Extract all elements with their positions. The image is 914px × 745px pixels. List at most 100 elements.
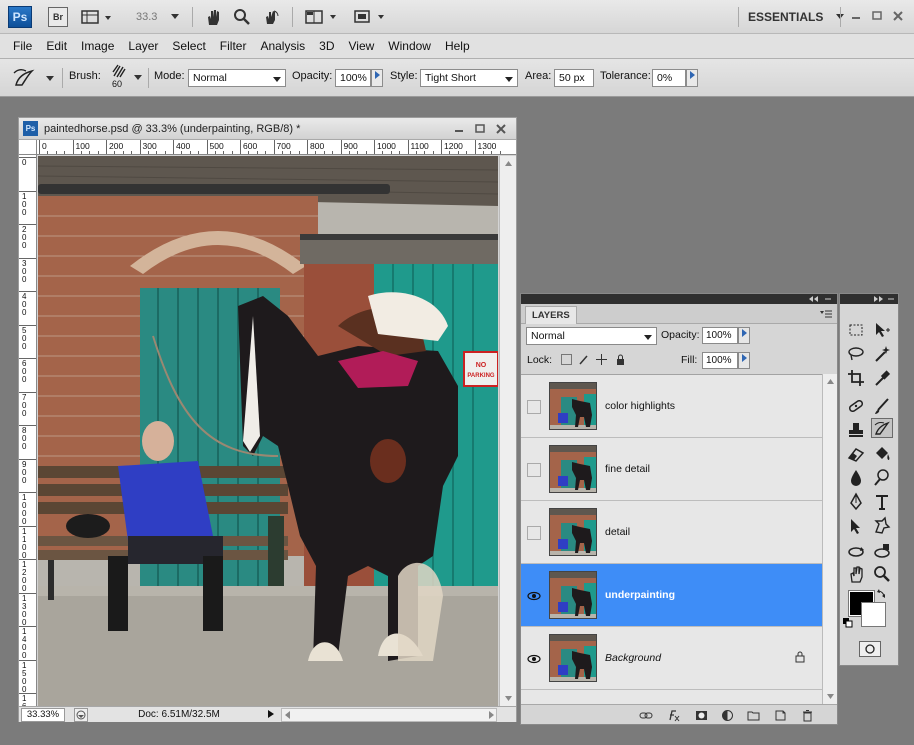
add-mask-button[interactable] bbox=[695, 709, 708, 722]
layer-row[interactable]: Background bbox=[521, 627, 822, 690]
layer-row[interactable]: detail bbox=[521, 501, 822, 564]
menu-3d[interactable]: 3D bbox=[312, 39, 341, 53]
pen-tool[interactable] bbox=[845, 492, 867, 512]
layer-visibility-toggle[interactable] bbox=[527, 526, 541, 540]
hand-tool-button[interactable] bbox=[202, 6, 224, 28]
new-group-button[interactable] bbox=[747, 709, 760, 722]
close-window-button[interactable] bbox=[891, 8, 905, 24]
layer-thumbnail[interactable] bbox=[549, 508, 597, 556]
eraser-tool[interactable] bbox=[845, 444, 867, 464]
zoom-tool-button[interactable] bbox=[231, 6, 253, 28]
menu-select[interactable]: Select bbox=[165, 39, 212, 53]
brush-picker[interactable]: 60 bbox=[108, 63, 144, 93]
panel-dock-header[interactable] bbox=[521, 294, 837, 304]
blend-mode-dropdown[interactable]: Normal bbox=[526, 327, 657, 345]
custom-shape-tool[interactable] bbox=[871, 516, 893, 536]
layer-visibility-toggle[interactable] bbox=[527, 400, 541, 414]
style-dropdown[interactable]: Tight Short bbox=[420, 69, 518, 87]
workspace-switcher[interactable]: ESSENTIALS bbox=[748, 6, 849, 28]
layer-visibility-toggle[interactable] bbox=[527, 652, 541, 666]
tools-dock-header[interactable] bbox=[840, 294, 898, 304]
brush-tool[interactable] bbox=[871, 396, 893, 416]
layer-thumbnail[interactable] bbox=[549, 445, 597, 493]
layers-scrollbar[interactable] bbox=[822, 374, 837, 704]
layer-visibility-toggle[interactable] bbox=[527, 463, 541, 477]
blur-tool[interactable] bbox=[845, 468, 867, 488]
3d-orbit-tool[interactable] bbox=[871, 542, 893, 562]
clone-stamp-tool[interactable] bbox=[845, 420, 867, 440]
menu-help[interactable]: Help bbox=[438, 39, 477, 53]
document-vertical-scrollbar[interactable] bbox=[499, 156, 516, 706]
minimize-window-button[interactable] bbox=[849, 8, 863, 24]
status-info-arrow[interactable] bbox=[266, 708, 277, 722]
vertical-ruler[interactable]: 0 100 200 300 400 500 600 700 800 900 1000 1100 1200… bbox=[19, 155, 37, 707]
doc-maximize-button[interactable] bbox=[473, 121, 487, 136]
opacity-input[interactable]: 100% bbox=[335, 69, 371, 87]
zoom-status-field[interactable]: 33.33% bbox=[21, 708, 65, 722]
document-window[interactable]: Ps paintedhorse.psd @ 33.3% (underpainti… bbox=[18, 117, 517, 722]
bridge-button[interactable]: Br bbox=[48, 7, 68, 27]
menu-file[interactable]: File bbox=[6, 39, 39, 53]
path-selection-tool[interactable] bbox=[845, 516, 867, 536]
link-layers-button[interactable] bbox=[639, 709, 653, 722]
layer-visibility-toggle[interactable] bbox=[527, 589, 541, 603]
adjustment-layer-button[interactable] bbox=[721, 709, 734, 722]
arrange-documents-button[interactable] bbox=[304, 6, 340, 28]
screen-mode-button[interactable] bbox=[352, 6, 388, 28]
layer-opacity-input[interactable]: 100% bbox=[702, 327, 738, 344]
maximize-window-button[interactable] bbox=[870, 8, 884, 24]
image-canvas[interactable]: NO PARKING bbox=[38, 156, 498, 706]
layer-row[interactable]: underpainting bbox=[521, 564, 822, 627]
document-title-bar[interactable]: Ps paintedhorse.psd @ 33.3% (underpainti… bbox=[19, 118, 516, 140]
marquee-tool[interactable] bbox=[845, 320, 867, 340]
status-menu-button[interactable] bbox=[74, 708, 88, 722]
mode-dropdown[interactable]: Normal bbox=[188, 69, 286, 87]
opacity-slider-button[interactable] bbox=[371, 69, 383, 87]
default-colors-button[interactable] bbox=[843, 618, 853, 628]
zoom-level-field[interactable]: 33.3 bbox=[136, 6, 183, 28]
layer-thumbnail[interactable] bbox=[549, 634, 597, 682]
eyedropper-tool[interactable] bbox=[871, 368, 893, 388]
fill-input[interactable]: 100% bbox=[702, 352, 738, 369]
menu-analysis[interactable]: Analysis bbox=[253, 39, 312, 53]
background-color-swatch[interactable] bbox=[861, 602, 886, 627]
layer-opacity-slider-button[interactable] bbox=[738, 327, 750, 344]
document-horizontal-scrollbar[interactable] bbox=[281, 708, 497, 722]
horizontal-ruler[interactable]: 0 100 200 300 400 500 600 700 800 900 1000 1100 1200… bbox=[37, 140, 516, 155]
tab-layers[interactable]: LAYERS bbox=[525, 306, 577, 324]
doc-minimize-button[interactable] bbox=[452, 121, 466, 136]
hand-tool[interactable] bbox=[845, 564, 867, 584]
layer-row[interactable]: fine detail bbox=[521, 438, 822, 501]
tolerance-slider-button[interactable] bbox=[686, 69, 698, 87]
layer-thumbnail[interactable] bbox=[549, 382, 597, 430]
new-layer-button[interactable] bbox=[774, 709, 787, 722]
menu-layer[interactable]: Layer bbox=[121, 39, 165, 53]
swap-colors-button[interactable] bbox=[876, 587, 888, 599]
menu-window[interactable]: Window bbox=[381, 39, 438, 53]
doc-close-button[interactable] bbox=[494, 121, 508, 136]
lock-all-icon[interactable] bbox=[615, 354, 626, 365]
paint-bucket-tool[interactable] bbox=[871, 444, 893, 464]
healing-brush-tool[interactable] bbox=[845, 396, 867, 416]
fill-slider-button[interactable] bbox=[738, 352, 750, 369]
delete-layer-button[interactable] bbox=[801, 709, 814, 722]
menu-edit[interactable]: Edit bbox=[39, 39, 74, 53]
fx-button[interactable] bbox=[667, 709, 680, 722]
tolerance-input[interactable]: 0% bbox=[652, 69, 686, 87]
rotate-view-button[interactable] bbox=[260, 6, 282, 28]
quick-selection-tool[interactable] bbox=[871, 344, 893, 364]
menu-filter[interactable]: Filter bbox=[213, 39, 254, 53]
crop-tool[interactable] bbox=[845, 368, 867, 388]
tool-preset-picker[interactable] bbox=[8, 65, 60, 91]
menu-view[interactable]: View bbox=[341, 39, 381, 53]
lasso-tool[interactable] bbox=[845, 344, 867, 364]
view-extras-button[interactable] bbox=[80, 6, 114, 28]
ruler-origin[interactable] bbox=[19, 140, 37, 155]
panel-menu-button[interactable] bbox=[819, 308, 833, 320]
lock-image-pixels-icon[interactable] bbox=[578, 354, 589, 365]
type-tool[interactable] bbox=[871, 492, 893, 512]
zoom-tool[interactable] bbox=[871, 564, 893, 584]
move-tool[interactable] bbox=[871, 320, 893, 340]
dodge-tool[interactable] bbox=[871, 468, 893, 488]
layer-row[interactable]: color highlights bbox=[521, 375, 822, 438]
